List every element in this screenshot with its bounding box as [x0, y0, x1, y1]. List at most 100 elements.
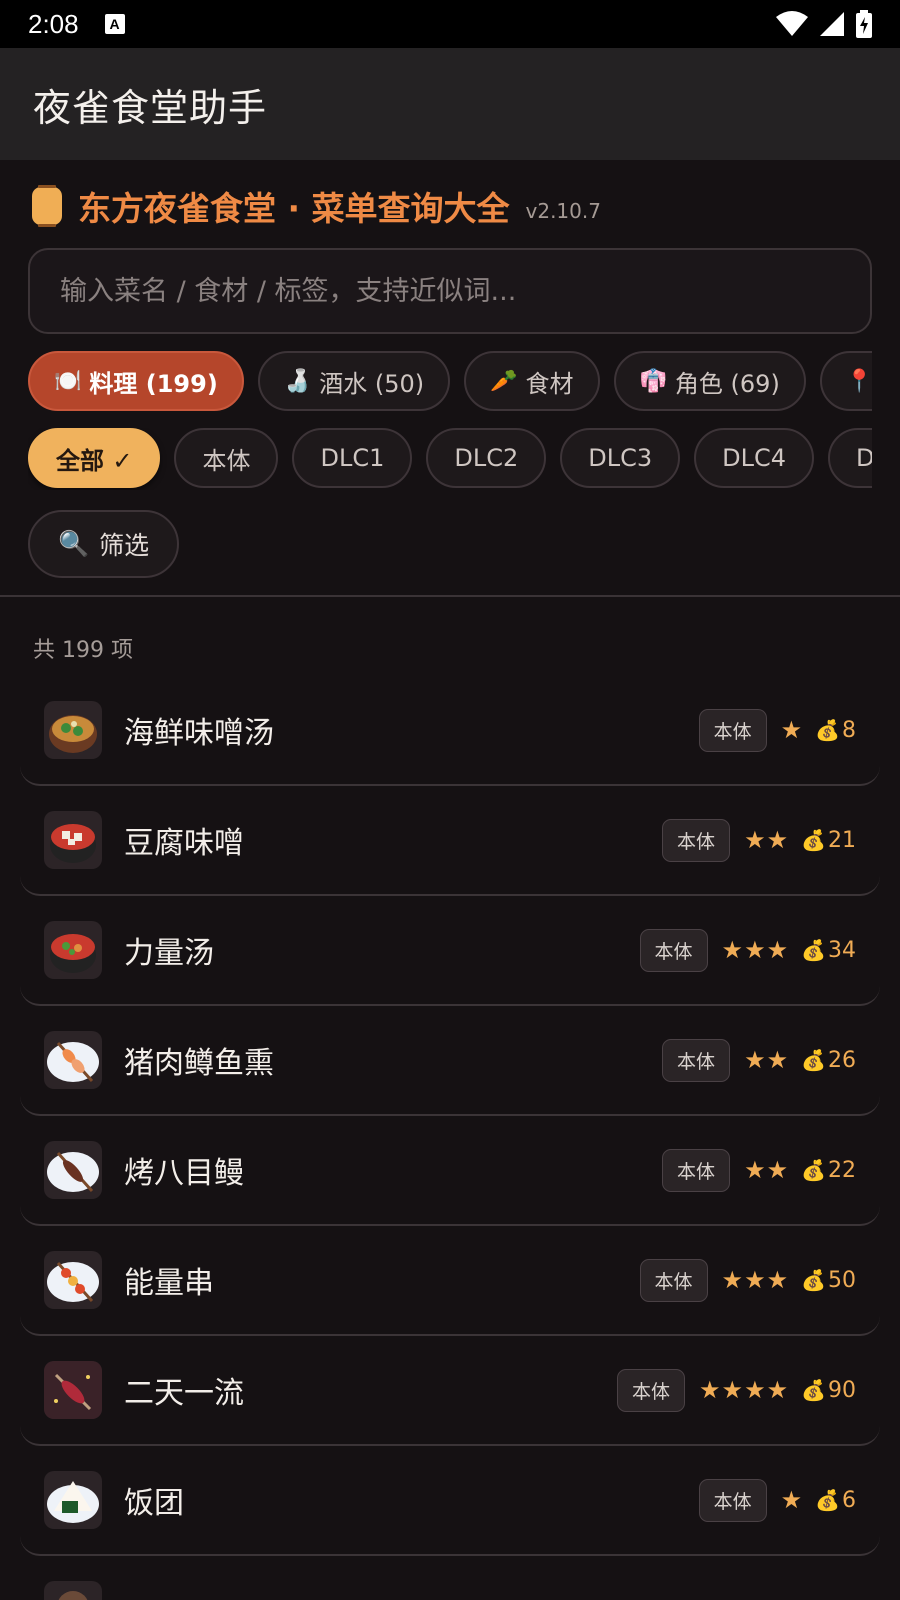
dish-name: 二天一流 — [124, 1376, 244, 1411]
app-title: 夜雀食堂助手 — [33, 85, 268, 130]
dish-name: 力量汤 — [124, 936, 214, 971]
star-rating: ★★ — [744, 1046, 790, 1074]
filter-button[interactable]: 🔍 筛选 — [28, 510, 180, 578]
search-box[interactable] — [28, 248, 872, 334]
list-item-partial[interactable] — [20, 1556, 880, 1600]
skewer-icon — [44, 1031, 102, 1089]
version-chip-row[interactable]: 全部 ✓ 本体 DLC1 DLC2 DLC3 DLC4 DLC5 — [28, 428, 872, 490]
battery-icon — [856, 10, 872, 38]
price-value: 8 — [842, 717, 856, 743]
money-bag-icon: 💰 — [801, 1158, 826, 1182]
skewer-icon — [44, 1141, 102, 1199]
chip-version-all[interactable]: 全部 ✓ — [28, 428, 161, 488]
category-chip-row[interactable]: 🍽️ 料理 (199) 🍶 酒水 (50) 🥕 食材 👘 角色 (69) 📍 地 — [28, 351, 872, 413]
chip-drinks[interactable]: 🍶 酒水 (50) — [257, 351, 451, 411]
price-value: 21 — [828, 827, 856, 853]
price-value: 50 — [828, 1267, 856, 1293]
chip-locations[interactable]: 📍 地 — [819, 351, 872, 411]
list-item[interactable]: 海鲜味噌汤 本体 ★ 💰 8 — [20, 676, 880, 786]
chip-version-dlc3[interactable]: DLC3 — [560, 428, 681, 488]
chip-label: 食材 — [525, 369, 574, 398]
version-badge: 本体 — [662, 1148, 731, 1192]
version-badge: 本体 — [662, 1038, 731, 1082]
chip-version-dlc1[interactable]: DLC1 — [292, 428, 413, 488]
carrot-icon: 🥕 — [490, 368, 518, 394]
price-value: 90 — [828, 1377, 856, 1403]
divider — [0, 595, 900, 597]
app-bar: 夜雀食堂助手 — [0, 48, 900, 160]
star-rating: ★ — [780, 1486, 804, 1514]
chip-characters[interactable]: 👘 角色 (69) — [613, 351, 806, 411]
dish-list: 海鲜味噌汤 本体 ★ 💰 8 豆腐味噌 本体 ★★ 💰 21 力量汤 本体 ★★★ … — [20, 676, 880, 1600]
price: 💰 6 — [815, 1488, 856, 1513]
list-item[interactable]: 豆腐味噌 本体 ★★ 💰 21 — [20, 786, 880, 896]
price: 💰 34 — [801, 938, 856, 963]
lantern-icon — [32, 185, 62, 227]
sake-bottle-icon: 🍶 — [283, 368, 312, 394]
search-input[interactable] — [60, 275, 870, 307]
money-bag-icon: 💰 — [801, 1268, 826, 1292]
dish-thumbnail — [44, 1581, 102, 1600]
result-count: 共 199 项 — [33, 638, 133, 663]
money-bag-icon: 💰 — [801, 828, 826, 852]
star-rating: ★★ — [744, 826, 790, 854]
status-time: 2:08 — [28, 8, 79, 39]
soup-icon — [44, 921, 102, 979]
version-badge: 本体 — [698, 1478, 767, 1522]
price-value: 26 — [828, 1047, 856, 1073]
notification-icon: A — [104, 14, 125, 34]
price: 💰 22 — [801, 1158, 856, 1183]
character-icon: 👘 — [639, 368, 667, 394]
chip-label: 料理 (199) — [89, 369, 218, 398]
skewer-icon — [44, 1361, 102, 1419]
onigiri-icon — [44, 1471, 102, 1529]
version-badge: 本体 — [617, 1368, 686, 1412]
dish-name: 能量串 — [124, 1266, 214, 1301]
chip-ingredients[interactable]: 🥕 食材 — [464, 351, 600, 411]
dish-name: 饭团 — [124, 1486, 184, 1521]
money-bag-icon: 💰 — [801, 1048, 826, 1072]
chip-version-dlc5[interactable]: DLC5 — [828, 428, 872, 488]
version-badge: 本体 — [662, 818, 731, 862]
version-label: v2.10.7 — [525, 199, 601, 223]
chip-version-dlc2[interactable]: DLC2 — [426, 428, 547, 488]
price-value: 22 — [828, 1157, 856, 1183]
filter-label: 筛选 — [99, 531, 150, 560]
star-rating: ★★★★ — [699, 1376, 790, 1404]
star-rating: ★★★ — [721, 936, 790, 964]
status-bar: 2:08 A — [0, 0, 900, 48]
soup-icon — [44, 811, 102, 869]
price: 💰 26 — [801, 1048, 856, 1073]
wifi-icon — [776, 11, 808, 36]
price: 💰 21 — [801, 828, 856, 853]
list-item[interactable]: 力量汤 本体 ★★★ 💰 34 — [20, 896, 880, 1006]
signal-icon — [820, 12, 844, 36]
star-rating: ★ — [780, 716, 804, 744]
chip-version-base[interactable]: 本体 — [174, 428, 279, 488]
soup-icon — [44, 701, 102, 759]
dish-name: 豆腐味噌 — [124, 826, 244, 861]
list-item[interactable]: 烤八目鳗 本体 ★★ 💰 22 — [20, 1116, 880, 1226]
page-header: 东方夜雀食堂 · 菜单查询大全 v2.10.7 — [32, 182, 601, 230]
list-item[interactable]: 二天一流 本体 ★★★★ 💰 90 — [20, 1336, 880, 1446]
page-title: 东方夜雀食堂 · 菜单查询大全 — [78, 189, 510, 228]
price: 💰 90 — [801, 1378, 856, 1403]
chip-dishes[interactable]: 🍽️ 料理 (199) — [28, 351, 244, 411]
chip-label: 酒水 (50) — [319, 369, 425, 398]
price: 💰 50 — [801, 1268, 856, 1293]
star-rating: ★★ — [744, 1156, 790, 1184]
dish-name: 烤八目鳗 — [124, 1156, 244, 1191]
chip-label: 角色 (69) — [674, 369, 780, 398]
money-bag-icon: 💰 — [801, 1378, 826, 1402]
version-badge: 本体 — [698, 708, 767, 752]
skewer-icon — [44, 1251, 102, 1309]
list-item[interactable]: 能量串 本体 ★★★ 💰 50 — [20, 1226, 880, 1336]
pin-icon: 📍 — [845, 368, 872, 394]
dish-name: 海鲜味噌汤 — [124, 716, 274, 751]
star-rating: ★★★ — [721, 1266, 790, 1294]
version-badge: 本体 — [639, 928, 708, 972]
list-item[interactable]: 猪肉鳟鱼熏 本体 ★★ 💰 26 — [20, 1006, 880, 1116]
price-value: 34 — [828, 937, 856, 963]
chip-version-dlc4[interactable]: DLC4 — [694, 428, 815, 488]
list-item[interactable]: 饭团 本体 ★ 💰 6 — [20, 1446, 880, 1556]
